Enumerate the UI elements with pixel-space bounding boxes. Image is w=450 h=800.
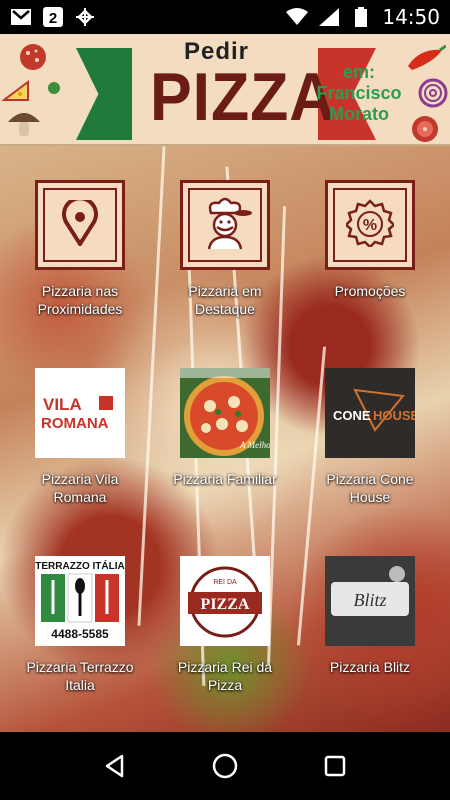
svg-text:Blitz: Blitz — [353, 590, 386, 610]
pepper-icon — [44, 78, 64, 103]
svg-text:CONE: CONE — [333, 408, 371, 423]
svg-text:2: 2 — [49, 10, 57, 27]
system-nav-bar — [0, 732, 450, 800]
home-icon[interactable] — [205, 746, 245, 786]
vila-romana-logo: VILA ROMANA — [35, 368, 125, 458]
menu-tile-label: Pizzaria em Destaque — [188, 283, 262, 317]
pizzeria-terrazzo-italia[interactable]: TERRAZZO ITÁLIA 4488-5585 Pizzaria Terra… — [20, 556, 140, 694]
wifi-icon — [286, 7, 309, 27]
main-content: Pizzaria nas Proximidades Pizzaria em De… — [0, 146, 450, 732]
svg-text:REI DA: REI DA — [213, 579, 237, 586]
menu-tile-destaque[interactable]: Pizzaria em Destaque — [165, 180, 285, 318]
battery-icon — [350, 7, 372, 27]
svg-text:A Melhor: A Melhor — [239, 440, 270, 450]
pizzeria-label: Pizzaria Cone House — [326, 471, 414, 505]
sync-icon — [74, 7, 96, 27]
cone-house-logo: CONE HOUSE — [325, 368, 415, 458]
signal-icon — [318, 7, 340, 27]
back-icon[interactable] — [95, 746, 135, 786]
pizzeria-label: Pizzaria Vila Romana — [41, 471, 119, 505]
gmail-icon — [10, 7, 32, 27]
menu-tile-promocoes[interactable]: % Promoções — [310, 180, 430, 300]
svg-text:%: % — [363, 217, 377, 234]
familiar-logo: A Melhor — [180, 368, 270, 458]
pizzeria-label: Pizzaria Blitz — [329, 659, 411, 675]
recents-icon[interactable] — [315, 746, 355, 786]
clock: 14:50 — [382, 5, 440, 29]
terrazzo-italia-logo: TERRAZZO ITÁLIA 4488-5585 — [35, 556, 125, 646]
chef-icon — [197, 195, 253, 256]
percent-badge-icon: % — [344, 198, 396, 252]
pizzeria-blitz[interactable]: Blitz Pizzaria Blitz — [310, 556, 430, 676]
italian-flag-green — [76, 48, 132, 140]
cheese-slice-icon — [0, 76, 30, 109]
pizzeria-label: Pizzaria Familiar — [173, 471, 277, 487]
header-banner: Pedir PIZZA em: Francisco Morato — [0, 34, 450, 146]
tomato-slice-icon — [410, 114, 440, 144]
rei-da-pizza-logo: PIZZA REI DA — [180, 556, 270, 646]
blitz-logo: Blitz — [325, 556, 415, 646]
menu-tile-label: Pizzaria nas Proximidades — [37, 283, 123, 317]
salami-icon — [18, 42, 48, 77]
svg-text:VILA: VILA — [43, 395, 82, 414]
pizzeria-rei-da-pizza[interactable]: PIZZA REI DA Pizzaria Rei da Pizza — [165, 556, 285, 694]
svg-text:PIZZA: PIZZA — [201, 596, 250, 613]
two-notification-icon: 2 — [42, 7, 64, 27]
svg-text:HOUSE: HOUSE — [373, 408, 415, 423]
menu-tile-proximidades[interactable]: Pizzaria nas Proximidades — [20, 180, 140, 318]
status-bar: 2 14:50 — [0, 0, 450, 34]
pizzeria-vila-romana[interactable]: VILA ROMANA Pizzaria Vila Romana — [20, 368, 140, 506]
location-pin-icon — [62, 195, 98, 251]
menu-tile-label: Promoções — [334, 283, 406, 299]
pizzeria-familiar[interactable]: A Melhor Pizzaria Familiar — [165, 368, 285, 488]
pizzeria-label: Pizzaria Rei da Pizza — [177, 659, 273, 693]
svg-text:TERRAZZO ITÁLIA: TERRAZZO ITÁLIA — [35, 559, 124, 572]
svg-text:ROMANA: ROMANA — [41, 415, 109, 432]
header-location: em: Francisco Morato — [316, 62, 402, 124]
onion-icon — [418, 78, 448, 113]
pizzeria-label: Pizzaria Terrazzo Italia — [26, 659, 134, 693]
svg-text:4488-5585: 4488-5585 — [51, 627, 109, 641]
chili-icon — [404, 44, 447, 77]
mushroom-icon — [6, 108, 42, 144]
pizzeria-cone-house[interactable]: CONE HOUSE Pizzaria Cone House — [310, 368, 430, 506]
